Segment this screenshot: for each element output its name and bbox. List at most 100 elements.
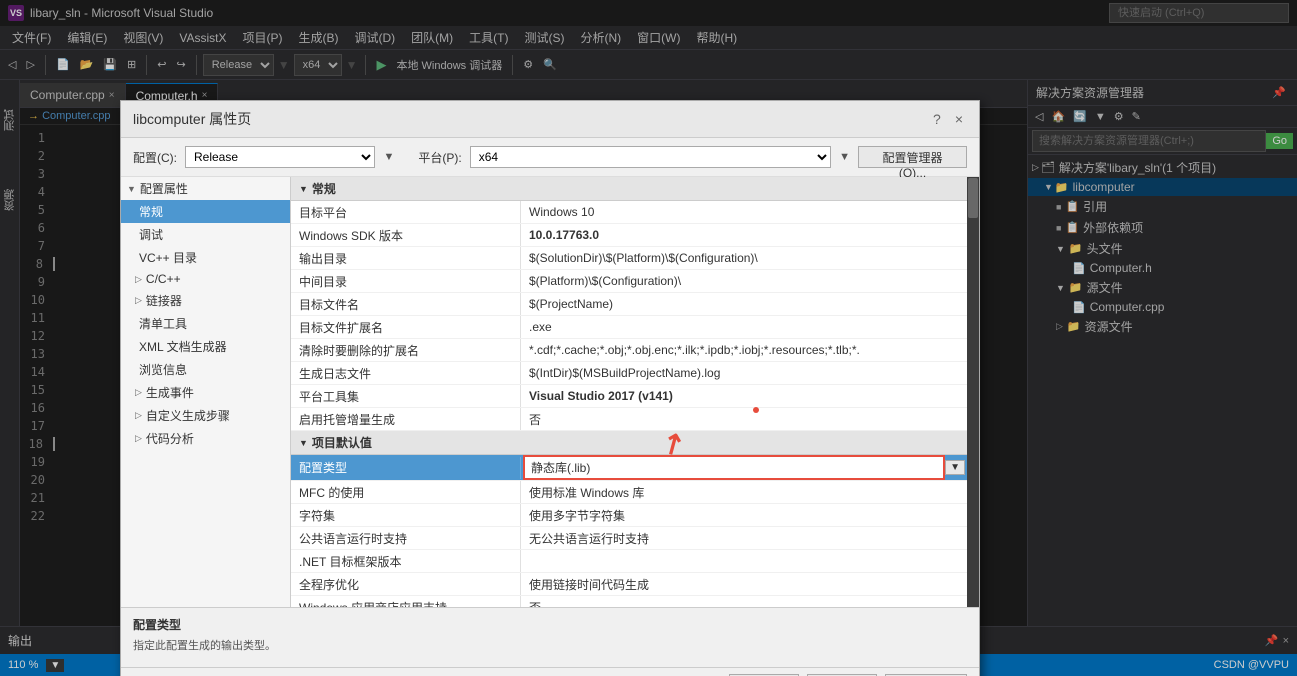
prop-group-defaults[interactable]: ▼ 项目默认值	[291, 431, 967, 455]
prop-name-target-platform: 目标平台	[291, 201, 521, 223]
prop-name-dotnet: .NET 目标框架版本	[291, 550, 521, 572]
prop-value-log-file: $(IntDir)$(MSBuildProjectName).log	[521, 364, 967, 382]
prop-value-output-dir: $(SolutionDir)\$(Platform)\$(Configurati…	[521, 249, 967, 267]
prop-row-target-platform: 目标平台 Windows 10	[291, 201, 967, 224]
dialog-title-controls: ? ×	[929, 111, 967, 127]
left-tree-config-props[interactable]: ▼ 配置属性	[121, 177, 290, 200]
prop-row-target-name: 目标文件名 $(ProjectName)	[291, 293, 967, 316]
left-tree-debug[interactable]: 调试	[121, 223, 290, 246]
prop-row-log-file: 生成日志文件 $(IntDir)$(MSBuildProjectName).lo…	[291, 362, 967, 385]
prop-name-incremental: 启用托管增量生成	[291, 408, 521, 430]
prop-name-toolset: 平台工具集	[291, 385, 521, 407]
prop-value-toolset: Visual Studio 2017 (v141)	[521, 387, 967, 405]
prop-row-store: Windows 应用商店应用支持 否	[291, 596, 967, 607]
dialog-right-props: ▼ 常规 目标平台 Windows 10 Windows SDK 版本 10.0…	[291, 177, 967, 607]
left-arrow-custom: ▷	[135, 410, 142, 421]
prop-row-sdk: Windows SDK 版本 10.0.17763.0	[291, 224, 967, 247]
prop-row-output-dir: 输出目录 $(SolutionDir)\$(Platform)\$(Config…	[291, 247, 967, 270]
left-tree-browse[interactable]: 浏览信息	[121, 358, 290, 381]
group-label-defaults: 项目默认值	[312, 434, 372, 451]
config-type-value-text: 静态库(.lib)	[531, 461, 590, 475]
dialog-buttons: 确定 取消 应用(A)	[121, 667, 979, 676]
prop-value-clr: 无公共语言运行时支持	[521, 528, 967, 549]
dialog-overlay: libcomputer 属性页 ? × 配置(C): Release Debug…	[0, 0, 1297, 676]
left-arrow-config: ▼	[127, 184, 136, 194]
prop-name-config-type: 配置类型	[291, 457, 521, 479]
prop-row-int-dir: 中间目录 $(Platform)\$(Configuration)\	[291, 270, 967, 293]
prop-name-log-file: 生成日志文件	[291, 362, 521, 384]
dialog-body: ▼ 配置属性 常规 调试 VC++ 目录 ▷ C/C++ ▷	[121, 177, 979, 607]
left-label-config: 配置属性	[140, 180, 188, 197]
dialog-title-bar: libcomputer 属性页 ? ×	[121, 101, 979, 138]
group-label-general: 常规	[312, 180, 336, 197]
left-label-linker: 链接器	[146, 292, 182, 309]
dialog-close-btn[interactable]: ×	[951, 111, 967, 127]
left-label-xml: XML 文档生成器	[139, 338, 227, 355]
prop-name-clr: 公共语言运行时支持	[291, 527, 521, 549]
config-arrow: ▼	[383, 151, 394, 163]
dialog-title: libcomputer 属性页	[133, 109, 251, 129]
prop-value-clean-ext: *.cdf;*.cache;*.obj;*.obj.enc;*.ilk;*.ip…	[521, 341, 967, 359]
prop-row-clr: 公共语言运行时支持 无公共语言运行时支持	[291, 527, 967, 550]
prop-name-output-dir: 输出目录	[291, 247, 521, 269]
config-type-value-box[interactable]: 静态库(.lib)	[523, 455, 945, 480]
left-label-cpp: C/C++	[146, 272, 181, 286]
left-tree-general[interactable]: 常规	[121, 200, 290, 223]
prop-value-store: 否	[521, 597, 967, 608]
config-label: 配置(C):	[133, 149, 177, 166]
prop-group-general[interactable]: ▼ 常规	[291, 177, 967, 201]
prop-name-wpo: 全程序优化	[291, 573, 521, 595]
prop-row-target-ext: 目标文件扩展名 .exe	[291, 316, 967, 339]
left-label-events: 生成事件	[146, 384, 194, 401]
dialog-help-btn[interactable]: ?	[929, 111, 945, 127]
prop-name-target-ext: 目标文件扩展名	[291, 316, 521, 338]
prop-value-config-type-container: 静态库(.lib) ▼	[521, 455, 967, 480]
prop-name-int-dir: 中间目录	[291, 270, 521, 292]
prop-name-sdk: Windows SDK 版本	[291, 224, 521, 246]
config-select[interactable]: Release Debug 所有配置	[185, 146, 375, 168]
prop-name-target-name: 目标文件名	[291, 293, 521, 315]
platform-arrow: ▼	[839, 151, 850, 163]
scrollbar-thumb	[968, 178, 978, 218]
prop-value-int-dir: $(Platform)\$(Configuration)\	[521, 272, 967, 290]
prop-value-dotnet	[521, 559, 967, 563]
left-tree-code-analysis[interactable]: ▷ 代码分析	[121, 427, 290, 450]
prop-row-incremental: 启用托管增量生成 否	[291, 408, 967, 431]
config-type-dropdown-btn[interactable]: ▼	[945, 460, 965, 475]
prop-row-wpo: 全程序优化 使用链接时间代码生成	[291, 573, 967, 596]
left-tree-cpp[interactable]: ▷ C/C++	[121, 269, 290, 289]
left-tree-xml[interactable]: XML 文档生成器	[121, 335, 290, 358]
platform-label: 平台(P):	[418, 149, 461, 166]
left-label-debug: 调试	[139, 226, 163, 243]
dialog-scrollbar[interactable]	[967, 177, 979, 607]
left-label-vc: VC++ 目录	[139, 249, 197, 266]
left-label-manifest: 清单工具	[139, 315, 187, 332]
config-manager-btn[interactable]: 配置管理器(O)...	[858, 146, 967, 168]
prop-row-dotnet: .NET 目标框架版本	[291, 550, 967, 573]
left-tree-vc[interactable]: VC++ 目录	[121, 246, 290, 269]
red-dot-annotation	[753, 407, 759, 413]
prop-row-config-type[interactable]: 配置类型 静态库(.lib) ▼	[291, 455, 967, 481]
left-tree-build-events[interactable]: ▷ 生成事件	[121, 381, 290, 404]
prop-name-mfc: MFC 的使用	[291, 481, 521, 503]
left-arrow-cpp: ▷	[135, 274, 142, 285]
prop-value-target-ext: .exe	[521, 318, 967, 336]
platform-select[interactable]: x64 x86	[470, 146, 831, 168]
prop-name-store: Windows 应用商店应用支持	[291, 596, 521, 607]
left-arrow-events: ▷	[135, 387, 142, 398]
prop-name-clean-ext: 清除时要删除的扩展名	[291, 339, 521, 361]
prop-name-charset: 字符集	[291, 504, 521, 526]
prop-value-charset: 使用多字节字符集	[521, 505, 967, 526]
dialog-left-tree: ▼ 配置属性 常规 调试 VC++ 目录 ▷ C/C++ ▷	[121, 177, 291, 607]
left-label-custom: 自定义生成步骤	[146, 407, 230, 424]
prop-row-mfc: MFC 的使用 使用标准 Windows 库	[291, 481, 967, 504]
left-label-browse: 浏览信息	[139, 361, 187, 378]
left-arrow-linker: ▷	[135, 295, 142, 306]
left-tree-linker[interactable]: ▷ 链接器	[121, 289, 290, 312]
dialog-footer-desc: 配置类型 指定此配置生成的输出类型。	[121, 607, 979, 667]
prop-value-target-platform: Windows 10	[521, 203, 967, 221]
prop-value-sdk: 10.0.17763.0	[521, 226, 967, 244]
prop-value-mfc: 使用标准 Windows 库	[521, 482, 967, 503]
left-tree-manifest[interactable]: 清单工具	[121, 312, 290, 335]
left-tree-custom-build[interactable]: ▷ 自定义生成步骤	[121, 404, 290, 427]
